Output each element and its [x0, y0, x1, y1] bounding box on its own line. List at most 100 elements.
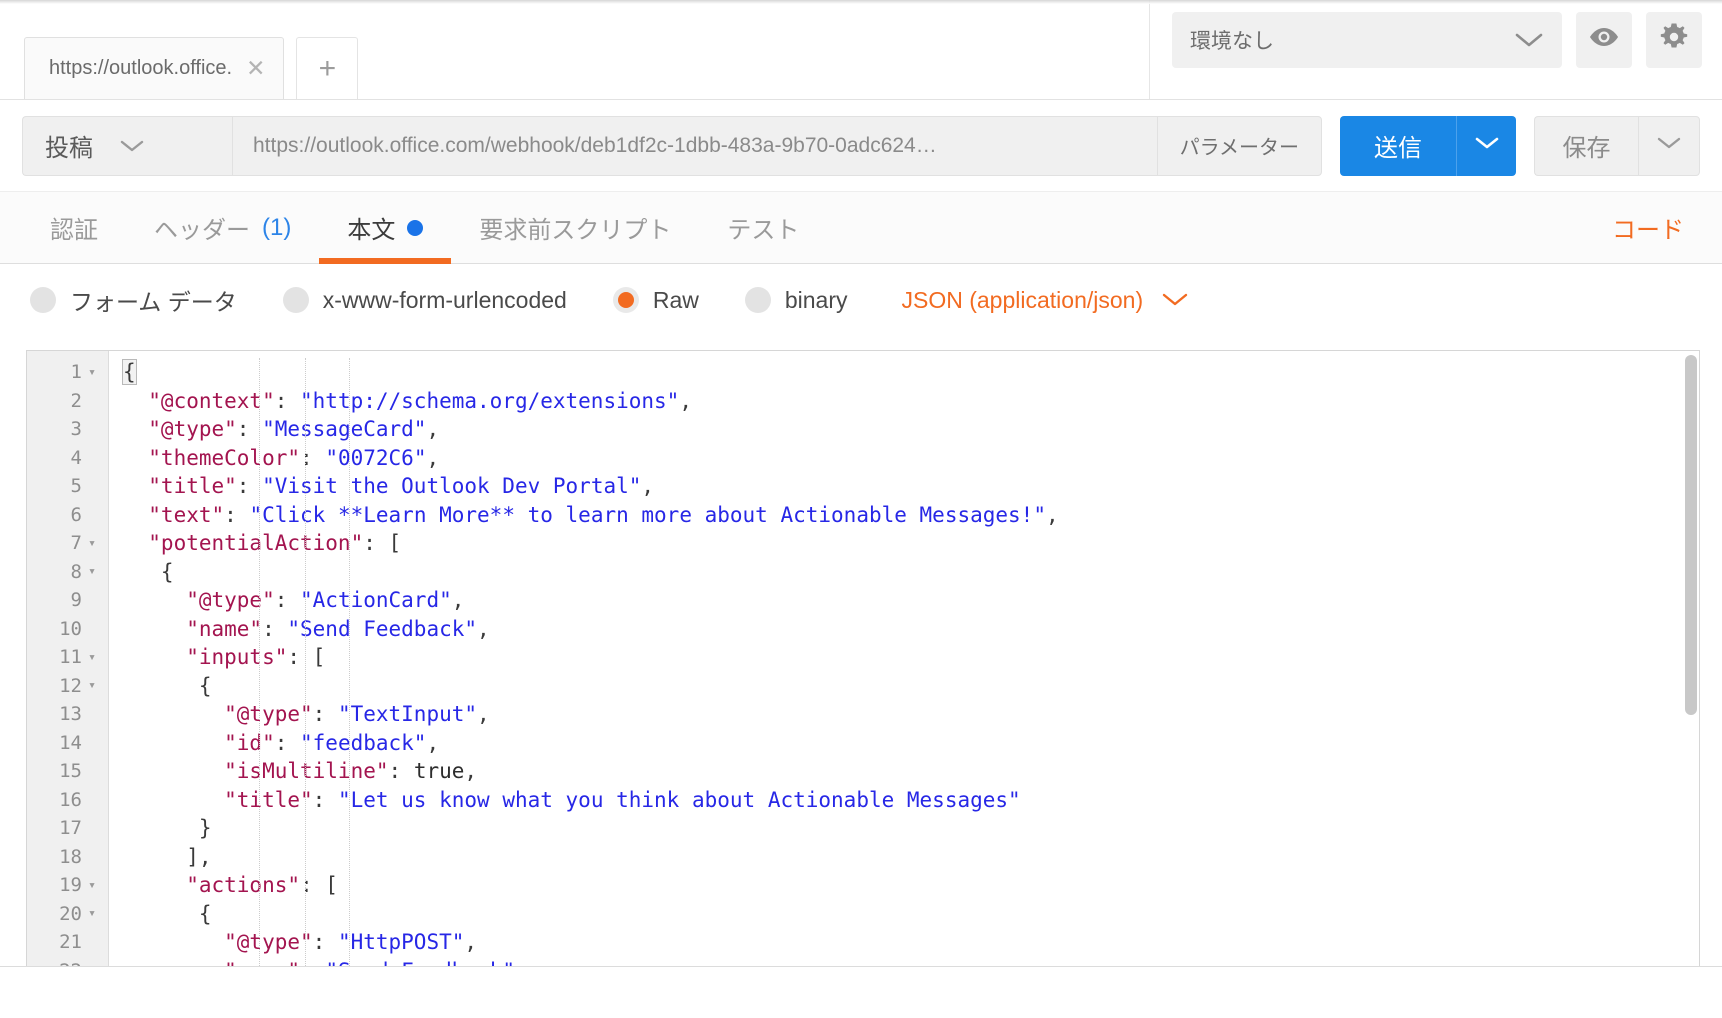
code-token-p: :: [300, 445, 326, 470]
request-tab-2[interactable]: 本文: [319, 192, 452, 264]
save-label: 保存: [1562, 135, 1611, 162]
send-options-button[interactable]: [1456, 115, 1516, 176]
url-text: https://outlook.office.com/webhook/deb1d…: [253, 133, 937, 157]
code-line: }: [123, 814, 1699, 843]
environment-quick-look-button[interactable]: [1576, 11, 1632, 68]
gutter-line: 20 ▾: [27, 900, 108, 929]
code-line: "@type": "TextInput",: [123, 700, 1699, 729]
body-type-option-1[interactable]: x-www-form-urlencoded: [282, 286, 567, 314]
code-token-s: "ActionCard": [300, 588, 452, 612]
request-tab-0[interactable]: 認証: [22, 192, 126, 264]
line-number: 21: [59, 931, 82, 954]
save-options-button[interactable]: [1638, 115, 1700, 176]
request-tab-label: https://outlook.office.: [49, 57, 233, 79]
fold-toggle-icon[interactable]: ▾: [82, 650, 102, 665]
code-token-p: :: [300, 959, 325, 967]
request-tab-1[interactable]: ヘッダー (1): [126, 192, 319, 264]
fold-toggle-icon[interactable]: ▾: [82, 536, 102, 551]
settings-button[interactable]: [1646, 11, 1702, 68]
radio-icon[interactable]: [612, 287, 639, 313]
request-section-tabs: 認証 ヘッダー (1) 本文 要求前スクリプト テスト コード: [0, 192, 1722, 264]
code-token-s: "http://schema.org/extensions": [300, 388, 680, 413]
code-line: "id": "feedback",: [123, 729, 1699, 758]
code-token-s: "HttpPOST": [337, 930, 465, 954]
code-line: "text": "Click **Learn More** to learn m…: [123, 501, 1699, 530]
line-number: 18: [59, 845, 82, 868]
gutter-line: 10▾: [27, 615, 108, 644]
code-line: "inputs": [: [123, 643, 1699, 672]
environment-selector[interactable]: 環境なし: [1172, 11, 1562, 68]
request-tab-3[interactable]: 要求前スクリプト: [451, 192, 699, 264]
code-token-k: "id": [123, 730, 275, 755]
code-token-p: :: [224, 502, 250, 527]
gutter-line: 13▾: [27, 700, 108, 729]
scrollbar-thumb[interactable]: [1685, 355, 1697, 715]
gutter-line: 22▾: [27, 957, 108, 966]
code-token-k: "name": [123, 959, 300, 967]
body-type-option-0[interactable]: フォーム データ: [30, 283, 237, 317]
body-type-option-2[interactable]: Raw: [612, 287, 699, 314]
line-number: 20: [59, 902, 82, 925]
params-button[interactable]: パラメーター: [1156, 115, 1322, 176]
send-button[interactable]: 送信: [1340, 115, 1456, 176]
code-token-p: }: [123, 816, 212, 840]
code-token-p: :: [388, 759, 414, 783]
method-label: 投稿: [45, 135, 93, 162]
fold-toggle-icon[interactable]: ▾: [82, 365, 102, 380]
code-line: "potentialAction": [: [123, 529, 1699, 558]
body-type-label: x-www-form-urlencoded: [322, 286, 567, 313]
fold-toggle-icon[interactable]: ▾: [82, 678, 102, 693]
gutter-line: 8 ▾: [27, 558, 108, 587]
save-button[interactable]: 保存: [1534, 115, 1638, 176]
close-icon[interactable]: ✕: [246, 57, 265, 80]
code-line: "title": "Let us know what you think abo…: [123, 786, 1699, 815]
chevron-down-icon: [1474, 135, 1500, 156]
line-number: 3: [70, 418, 82, 441]
fold-toggle-icon[interactable]: ▾: [82, 906, 102, 921]
radio-icon[interactable]: [30, 287, 56, 313]
editor-vertical-scrollbar[interactable]: [1685, 355, 1697, 962]
method-selector[interactable]: 投稿: [22, 115, 232, 176]
code-token-p: ,: [477, 702, 490, 726]
new-tab-button[interactable]: +: [296, 37, 359, 99]
line-number: 7: [70, 532, 82, 555]
code-token-k: "title": [123, 787, 313, 812]
body-type-option-3[interactable]: binary: [744, 286, 848, 314]
code-token-k: "@type": [123, 417, 237, 441]
line-number: 8: [70, 560, 82, 583]
code-token-p: ,: [464, 930, 478, 954]
gutter-line: 21▾: [27, 928, 108, 957]
send-button-group: 送信: [1340, 115, 1516, 176]
line-number: 2: [70, 389, 82, 412]
gutter-line: 19 ▾: [27, 871, 108, 900]
radio-icon[interactable]: [744, 287, 771, 313]
code-token-k: "@context": [123, 388, 275, 413]
code-content[interactable]: { "@context": "http://schema.org/extensi…: [109, 351, 1699, 966]
line-number: 15: [59, 760, 82, 783]
content-type-selector[interactable]: JSON (application/json): [902, 287, 1190, 314]
code-link[interactable]: コード: [1612, 210, 1700, 245]
code-token-p: ,: [451, 588, 465, 612]
gutter-line: 16▾: [27, 786, 108, 815]
request-tab[interactable]: https://outlook.office. ✕: [24, 37, 285, 99]
top-right-controls: 環境なし: [1149, 0, 1722, 99]
url-input[interactable]: https://outlook.office.com/webhook/deb1d…: [232, 115, 1157, 176]
line-number: 12: [59, 674, 82, 697]
fold-toggle-icon[interactable]: ▾: [82, 564, 102, 579]
gutter-line: 6▾: [27, 501, 108, 530]
line-number: 10: [59, 617, 82, 640]
code-token-p: : [: [287, 645, 326, 669]
code-line: "name": "Send Feedback",: [123, 615, 1699, 644]
line-number: 14: [59, 731, 82, 754]
code-editor[interactable]: 1▾2▾3▾4▾5▾6▾7▾8▾9▾10▾11▾12▾13▾14▾15▾16▾1…: [26, 350, 1700, 966]
body-type-label: フォーム データ: [70, 289, 237, 315]
fold-toggle-icon[interactable]: ▾: [82, 878, 102, 893]
request-tab-4[interactable]: テスト: [699, 192, 827, 264]
bottom-status-bar: [0, 966, 1722, 1018]
radio-icon[interactable]: [282, 287, 309, 313]
body-type-label: binary: [784, 286, 848, 313]
url-bar: 投稿 https://outlook.office.com/webhook/de…: [0, 100, 1722, 192]
code-token-p: ,: [477, 616, 490, 641]
code-token-s: "Send Feedback": [287, 616, 478, 641]
gutter-line: 7 ▾: [27, 529, 108, 558]
